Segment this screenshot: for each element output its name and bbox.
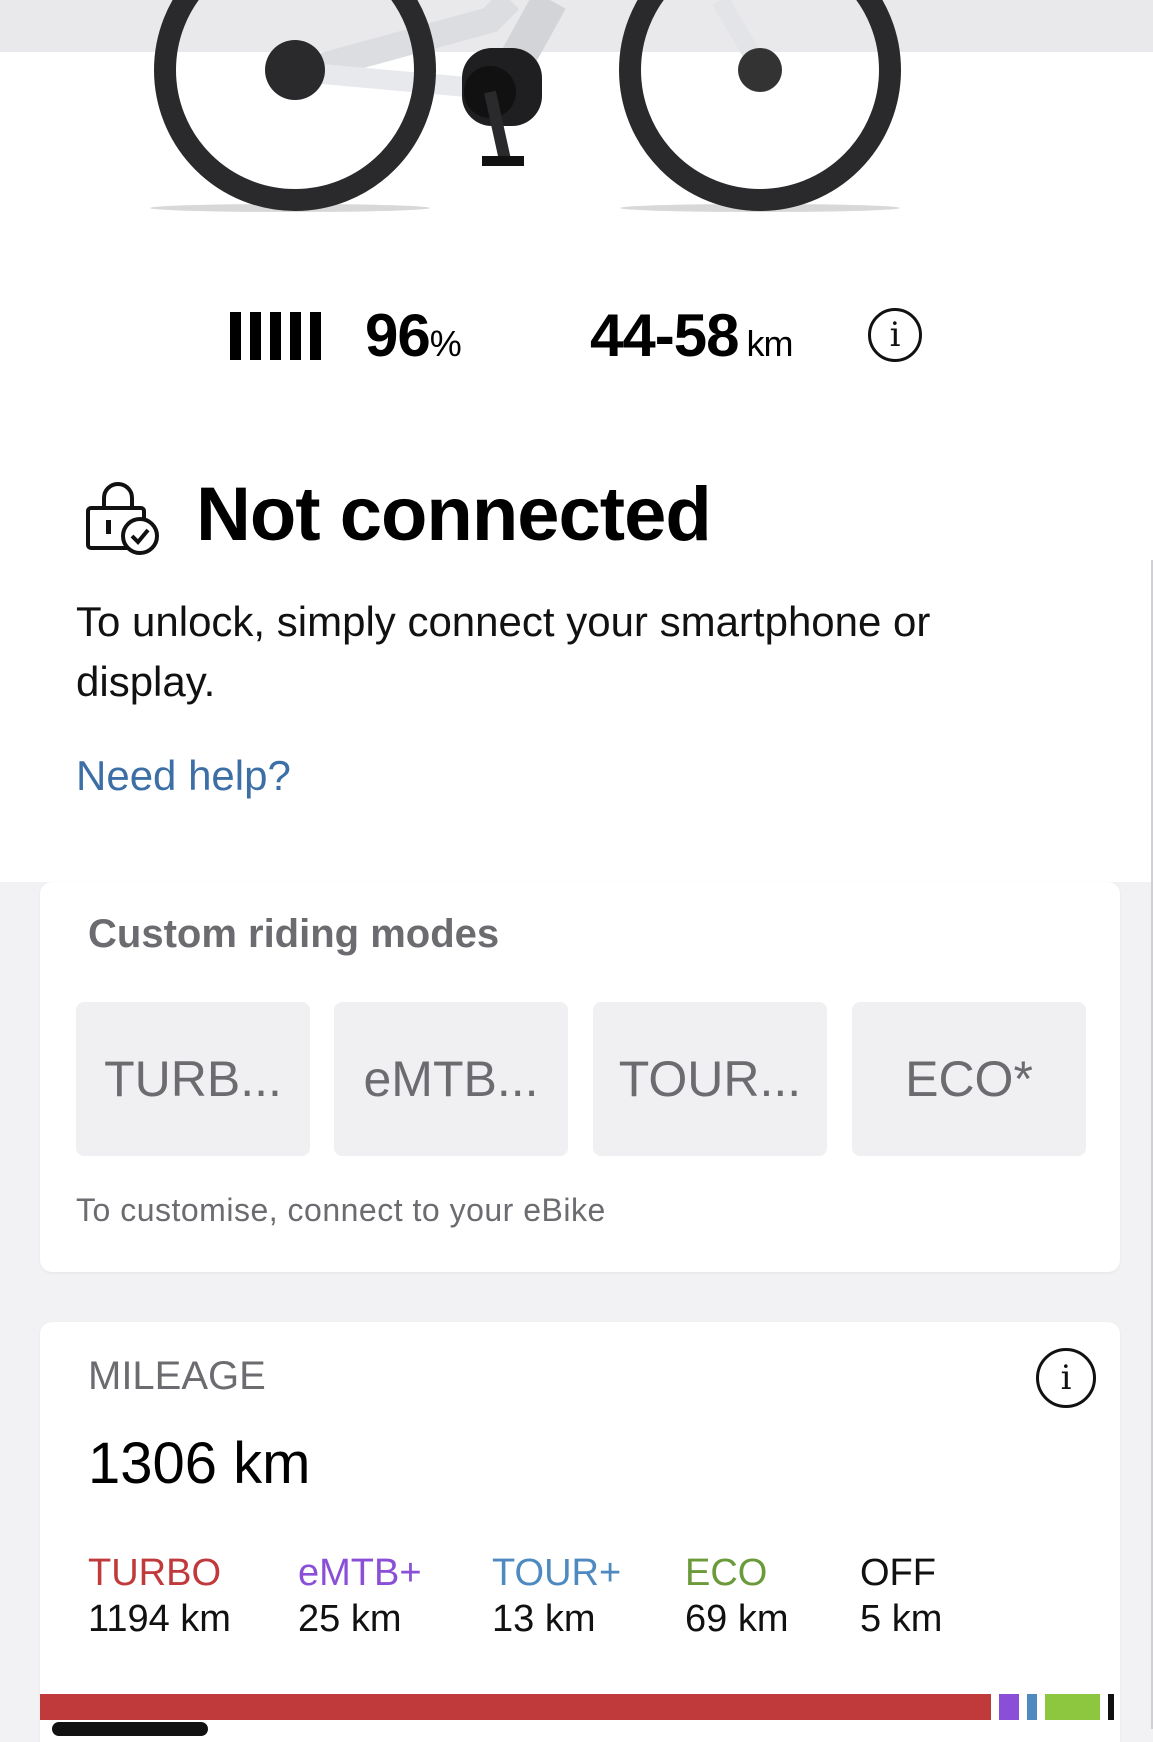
- ebike-illustration: [150, 0, 901, 212]
- mode-distance: 1194 km: [88, 1598, 231, 1640]
- mileage-mode-tour: TOUR+ 13 km: [492, 1550, 621, 1642]
- mode-distance: 13 km: [492, 1598, 596, 1640]
- mileage-label: MILEAGE: [88, 1354, 266, 1398]
- mileage-bar-segment-turbo: [40, 1694, 991, 1720]
- range-info-icon[interactable]: i: [868, 308, 922, 362]
- range-estimate: 44-58 km: [590, 302, 793, 376]
- battery-segment: [290, 312, 301, 360]
- mode-name: eMTB+: [298, 1552, 422, 1594]
- mileage-mode-off: OFF 5 km: [860, 1550, 942, 1642]
- connection-status-description: To unlock, simply connect your smartphon…: [76, 598, 931, 705]
- mode-distance: 25 km: [298, 1598, 402, 1640]
- mileage-total: 1306 km: [88, 1431, 311, 1496]
- mileage-distribution-bar: [40, 1694, 1114, 1720]
- mode-name: TOUR+: [492, 1552, 622, 1594]
- mode-distance: 69 km: [685, 1598, 789, 1640]
- connection-status-title: Not connected: [196, 472, 712, 557]
- mode-name: ECO: [685, 1552, 768, 1594]
- battery-value: 96: [365, 302, 431, 369]
- customise-hint: To customise, connect to your eBike: [76, 1192, 606, 1228]
- battery-segment: [250, 312, 261, 360]
- mode-button-turbo[interactable]: TURB...: [76, 1002, 310, 1156]
- mode-name: OFF: [860, 1552, 936, 1594]
- mileage-mode-eco: ECO 69 km: [685, 1550, 788, 1642]
- mode-distance: 5 km: [860, 1598, 943, 1640]
- mode-button-tour[interactable]: TOUR...: [593, 1002, 827, 1156]
- mode-button-eco[interactable]: ECO*: [852, 1002, 1086, 1156]
- info-glyph: i: [1060, 1358, 1072, 1398]
- home-indicator: [52, 1722, 208, 1736]
- battery-segment: [310, 312, 321, 360]
- mode-name: TURBO: [88, 1552, 221, 1594]
- range-value: 44-58: [590, 302, 739, 369]
- mileage-mode-turbo: TURBO 1194 km: [88, 1550, 231, 1642]
- rear-hub: [265, 40, 325, 100]
- mileage-mode-emtb: eMTB+ 25 km: [298, 1550, 422, 1642]
- mileage-bar-segment-eco: [1045, 1694, 1100, 1720]
- front-hub: [738, 48, 782, 92]
- mileage-card: MILEAGE i 1306 km TURBO 1194 km eMTB+ 25…: [40, 1322, 1120, 1742]
- pedal: [482, 156, 524, 166]
- front-tire: [619, 0, 901, 211]
- card-title: Custom riding modes: [88, 912, 500, 956]
- battery-unit: %: [429, 323, 462, 364]
- mileage-info-icon[interactable]: i: [1036, 1348, 1096, 1408]
- battery-percentage: 96%: [365, 302, 462, 376]
- mileage-bar-segment-tour: [1027, 1694, 1037, 1720]
- mileage-bar-segment-emtb: [999, 1694, 1019, 1720]
- battery-segment: [230, 312, 241, 360]
- info-glyph: i: [889, 315, 901, 355]
- range-unit: km: [746, 323, 793, 364]
- mode-button-emtb[interactable]: eMTB...: [334, 1002, 568, 1156]
- need-help-link[interactable]: Need help?: [76, 752, 291, 800]
- battery-level-icon: [230, 312, 340, 360]
- mileage-bar-segment-off: [1108, 1694, 1114, 1720]
- lock-check-icon: [86, 482, 159, 555]
- custom-riding-modes-card: Custom riding modes TURB... eMTB... TOUR…: [40, 882, 1120, 1272]
- battery-segment: [270, 312, 281, 360]
